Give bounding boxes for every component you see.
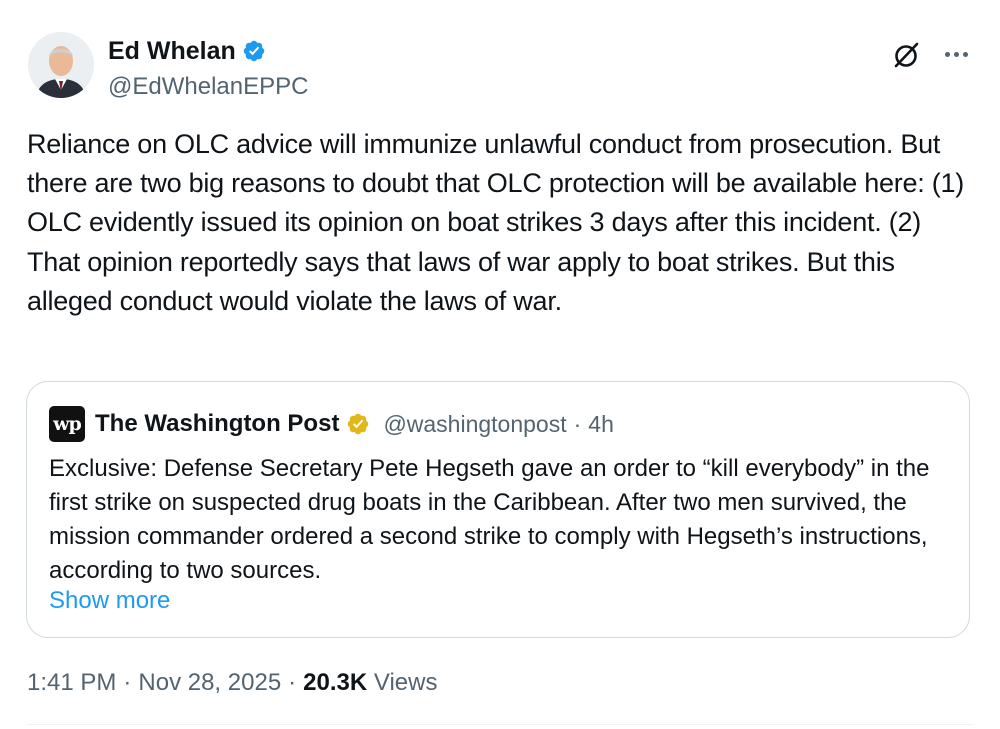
more-icon[interactable] [940,40,972,68]
grok-icon[interactable] [890,38,924,72]
tweet-meta: 1:41 PM · Nov 28, 2025 · 20.3K Views [27,667,437,699]
views-count[interactable]: 20.3K [303,669,367,696]
tweet-date[interactable]: Nov 28, 2025 [138,667,281,699]
divider [27,724,973,725]
gold-verified-badge-icon [348,413,369,435]
author-name-row[interactable]: Ed Whelan [108,36,266,66]
quote-separator: · [573,410,582,437]
avatar-image [28,32,94,98]
avatar[interactable] [28,32,94,98]
washington-post-logo[interactable]: wp [49,406,85,442]
quote-header: wp The Washington Post @washingtonpost ·… [49,406,614,442]
meta-separator: · [123,669,132,696]
tweet-time[interactable]: 1:41 PM [27,667,116,699]
tweet: Ed Whelan @EdWhelanEPPC Reliance on OLC … [0,0,1000,729]
author-display-name[interactable]: Ed Whelan [108,36,236,66]
author-handle[interactable]: @EdWhelanEPPC [108,72,308,102]
show-more-link[interactable]: Show more [49,585,170,617]
quote-time[interactable]: 4h [588,411,614,438]
quote-handle[interactable]: @washingtonpost [383,409,566,439]
tweet-text: Reliance on OLC advice will immunize unl… [27,129,965,316]
more-dot [944,51,950,57]
verified-badge-icon [243,40,265,62]
views-label[interactable]: Views [374,669,438,696]
quote-tweet-card[interactable]: wp The Washington Post @washingtonpost ·… [26,381,970,638]
meta-separator: · [288,669,297,696]
more-dot [953,51,959,57]
quote-display-name[interactable]: The Washington Post [95,409,339,439]
more-dot [962,51,968,57]
quote-text: Exclusive: Defense Secretary Pete Hegset… [49,455,930,584]
